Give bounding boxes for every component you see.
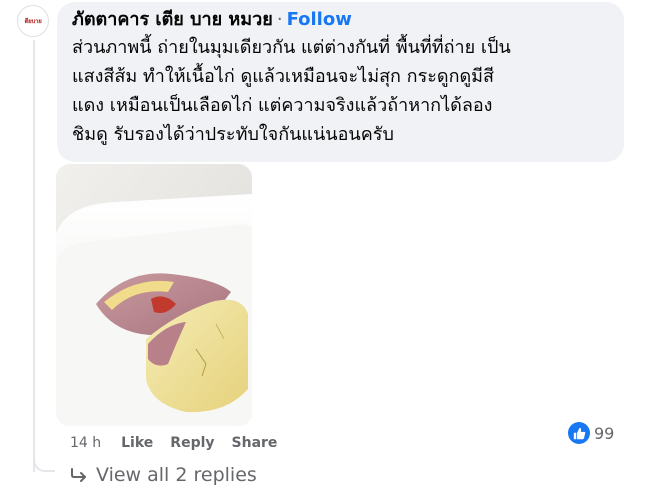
avatar-text: ตียบาย — [24, 18, 42, 25]
thread-branch — [33, 448, 55, 472]
chicken-photo-illustration — [56, 164, 252, 426]
comment-time[interactable]: 14 h — [70, 435, 101, 451]
thread-line — [33, 40, 35, 472]
view-all-replies-button[interactable]: View all 2 replies — [70, 461, 257, 489]
share-button[interactable]: Share — [232, 435, 278, 451]
comment-actions: 14 h Like Reply Share — [70, 433, 294, 453]
comment-header: ภัตตาคาร เตีย บาย หมวย · Follow — [72, 8, 612, 32]
comment-bubble: ภัตตาคาร เตีย บาย หมวย · Follow ส่วนภาพนี้… — [57, 2, 624, 162]
avatar[interactable]: ตียบาย — [17, 5, 49, 37]
view-all-replies-label: View all 2 replies — [96, 464, 257, 486]
like-thumb-icon — [568, 422, 590, 444]
reaction-summary[interactable]: 99 — [568, 421, 614, 445]
comment-text: ส่วนภาพนี้ ถ่ายในมุมเดียวกัน แต่ต่างกันท… — [72, 37, 511, 145]
reply-button[interactable]: Reply — [170, 435, 214, 451]
author-name[interactable]: ภัตตาคาร เตีย บาย หมวย — [72, 9, 273, 30]
like-button[interactable]: Like — [121, 435, 153, 451]
reply-arrow-icon — [70, 468, 88, 482]
follow-button[interactable]: Follow — [287, 9, 352, 30]
comment-photo[interactable] — [56, 164, 252, 426]
separator-dot: · — [276, 9, 283, 30]
reaction-count: 99 — [594, 423, 615, 443]
